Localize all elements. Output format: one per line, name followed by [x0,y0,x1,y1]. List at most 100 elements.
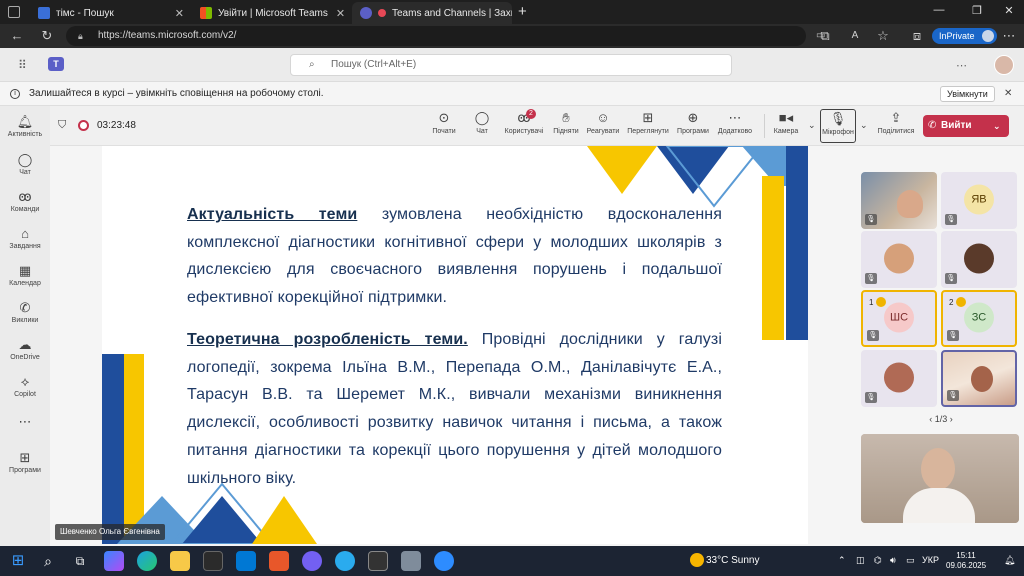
leave-button[interactable]: ✆ Вийти ⌄ [923,115,1009,137]
participant-tile[interactable]: 1 ШС 🎙︎ [861,290,937,347]
rail-item-tasks[interactable]: ⌂ Завдання [0,222,50,258]
slide-paragraph-relevance: Актуальність теми зумовлена необхідністю… [187,201,722,312]
browser-tab-teams[interactable]: Teams and Channels | Захис ✕ [352,2,512,24]
rail-item-apps[interactable]: ⊞ Програми [0,446,50,482]
avatar [884,243,914,273]
calendar-icon: ▦ [18,263,32,278]
weather-widget[interactable]: 33°C Sunny [706,555,759,566]
store-icon[interactable] [203,551,223,571]
url-field[interactable]: 🔒︎ https://teams.microsoft.com/v2/ ▭ [66,26,825,46]
maximize-icon[interactable]: ❐ [962,4,992,17]
rail-item-calendar[interactable]: ▦ Календар [0,259,50,295]
rail-item-chat[interactable]: ◯ Чат [0,148,50,184]
refresh-icon[interactable]: ↻ [38,28,56,44]
rail-more[interactable]: ⋯ [0,410,50,434]
install-app-icon[interactable]: ⧉ [816,28,834,44]
browser-tab-login[interactable]: Увійти | Microsoft Teams ✕ [192,2,352,24]
tray-app-icon[interactable]: ◫ [856,555,865,566]
chevron-right-icon[interactable]: › [950,414,953,424]
app-icon[interactable] [401,551,421,571]
avatar [964,243,994,273]
extensions-icon[interactable]: ⧈ [908,28,926,44]
participant-tile[interactable]: 🎙︎ [861,231,937,288]
plus-icon[interactable]: + [518,3,527,20]
rail-item-activity[interactable]: 🔔︎ Активність [0,110,50,146]
participant-tile[interactable]: 🎙︎ [861,350,937,407]
participant-tile[interactable]: 🎙︎ [941,231,1017,288]
browser-menu-icon[interactable]: ⋯ [1000,28,1018,44]
viber-icon[interactable] [302,551,322,571]
windows-start-icon[interactable]: ⊞ [8,551,28,571]
read-aloud-icon[interactable]: A [846,28,864,44]
chevron-down-icon[interactable]: ⌄ [808,120,816,131]
language-indicator[interactable]: УКР [922,555,939,565]
tool-react[interactable]: ☺︎ Реагувати [578,109,628,143]
minimize-icon[interactable]: — [924,4,954,16]
rail-item-onedrive[interactable]: ☁︎ OneDrive [0,333,50,369]
task-view-icon[interactable]: ⧉ [70,551,90,571]
rail-item-calls[interactable]: ✆ Виклики [0,296,50,332]
more-icon: ⋯ [18,414,32,429]
tool-share[interactable]: ⇪ Поділитися [868,109,924,143]
tool-view[interactable]: ⊞ Переглянути [623,109,673,143]
telegram-icon[interactable] [335,551,355,571]
search-input[interactable]: ⌕ Пошук (Ctrl+Alt+E) [290,54,732,76]
app-rail: 🔔︎ Активність ◯ Чат ꙭ Команди ⌂ Завдання ▦ Ка… [0,106,50,546]
search-icon[interactable]: ⌕ [38,551,58,571]
phone-hangup-icon: ✆ [928,120,937,131]
network-icon[interactable]: ⌬ [874,555,882,566]
tool-camera[interactable]: ■◂ Камера [761,109,811,143]
app-launcher-icon[interactable]: ⠿ [18,58,28,72]
browser-tab-search[interactable]: тімс - Пошук ✕ [30,2,192,24]
tool-more[interactable]: ⋯ Додатково [710,109,760,143]
outlook-icon[interactable] [236,551,256,571]
meeting-timer: 03:23:48 [97,120,136,131]
media-player-icon[interactable] [368,551,388,571]
volume-icon[interactable]: 🔊︎ [890,555,896,566]
recording-dot-icon [378,9,386,17]
back-arrow-icon[interactable]: ← [8,28,26,44]
close-icon[interactable]: ✕ [1004,82,1012,106]
shield-icon[interactable]: ⛉ [58,119,66,132]
enable-notifications-button[interactable]: Увімкнути [940,86,995,102]
rail-label: Команди [10,206,40,213]
more-options-icon[interactable]: ⋯ [956,59,967,72]
mic-off-icon: 🎙︎ [945,273,957,284]
share-icon: ⇪ [890,110,902,125]
inprivate-badge[interactable]: InPrivate [932,28,997,44]
edge-icon[interactable] [137,551,157,571]
avatar [884,362,914,392]
self-view-video[interactable] [861,434,1019,523]
mic-off-icon: 🎙︎ [867,330,879,341]
chevron-up-icon[interactable]: ⌃ [838,555,846,566]
file-explorer-icon[interactable] [170,551,190,571]
slide-paragraph-theory: Теоретична розробленість теми. Провідні … [187,326,722,492]
participant-tile[interactable]: 🎙︎ [861,172,937,229]
battery-icon[interactable]: ▭ [906,555,915,566]
blue-bar-shape [102,354,124,544]
office-icon[interactable] [269,551,289,571]
tool-microphone[interactable]: 🎙︎ Мікрофон [820,109,856,143]
tab-actions-icon[interactable] [8,6,20,18]
favorite-star-icon[interactable]: ☆ [874,28,892,44]
close-icon[interactable]: ✕ [167,7,184,20]
chevron-down-icon[interactable]: ⌄ [993,115,1001,137]
rail-label: Виклики [11,317,39,324]
zoom-icon[interactable] [434,551,454,571]
notification-bell-icon[interactable]: 🔔︎ [1004,555,1015,566]
copilot-icon[interactable] [104,551,124,571]
participant-tile[interactable]: ЯВ 🎙︎ [941,172,1017,229]
leave-label: Вийти [941,120,972,131]
rail-item-teams[interactable]: ꙭ Команди [0,185,50,221]
tab-title: Увійти | Microsoft Teams [218,7,328,19]
close-icon[interactable]: ✕ [328,7,345,20]
chevron-left-icon[interactable]: ‹ [929,414,932,424]
browser-tab-strip: тімс - Пошук ✕ Увійти | Microsoft Teams … [0,0,1024,24]
chevron-down-icon[interactable]: ⌄ [860,120,868,131]
window-close-icon[interactable]: ✕ [994,4,1024,17]
participant-tile[interactable]: 2 ЗС 🎙︎ [941,290,1017,347]
participant-tile[interactable]: 🎙︎ [941,350,1017,407]
rail-item-copilot[interactable]: ⟡ Copilot [0,370,50,406]
avatar[interactable] [994,55,1014,75]
system-clock[interactable]: 15:11 09.06.2025 [946,551,986,571]
